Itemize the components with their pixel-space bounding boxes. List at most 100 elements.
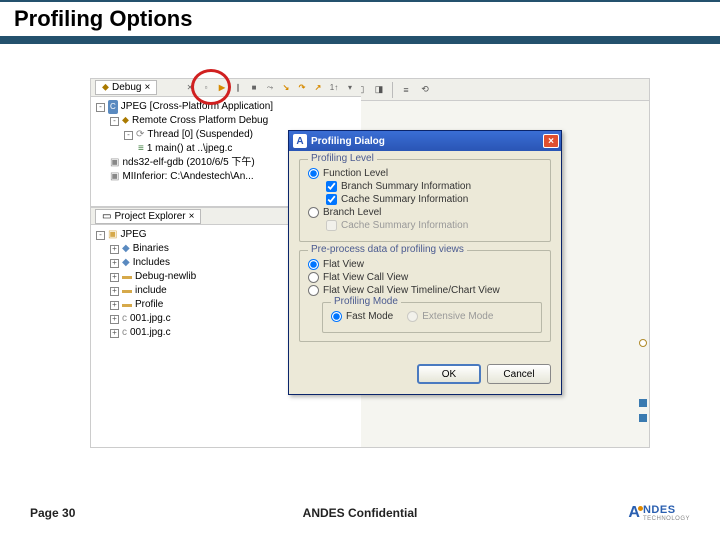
- preprocess-group: Pre-process data of profiling views Flat…: [299, 250, 551, 342]
- tree-label: Includes: [133, 256, 170, 270]
- checkbox-label: Cache Summary Information: [341, 194, 468, 205]
- radio-input[interactable]: [331, 311, 342, 322]
- radio-input[interactable]: [308, 207, 319, 218]
- check-branch-summary[interactable]: Branch Summary Information: [308, 181, 542, 192]
- tree-label: Thread [0] (Suspended): [147, 128, 253, 142]
- tree-label: 001.jpg.c: [130, 312, 171, 326]
- disconnect-icon[interactable]: ⤳: [263, 81, 277, 95]
- tab-project-explorer[interactable]: ▭Project Explorer ×: [95, 209, 201, 224]
- project-tab-label: Project Explorer: [114, 211, 185, 222]
- expand-icon[interactable]: +: [110, 329, 119, 338]
- radio-branch-level[interactable]: Branch Level: [308, 207, 542, 218]
- profiling-mode-group: Profiling Mode Fast Mode Extensive Mode: [322, 302, 542, 333]
- cfile-icon: c: [122, 312, 127, 326]
- expand-icon[interactable]: -: [124, 131, 133, 140]
- tool4-icon[interactable]: ≡: [398, 82, 414, 98]
- legend: Profiling Mode: [331, 296, 401, 307]
- expand-icon[interactable]: -: [110, 117, 119, 126]
- tree-label: 001.jpg.c: [130, 326, 171, 340]
- stackframe-icon: ≡: [138, 142, 144, 156]
- expand-icon[interactable]: +: [110, 315, 119, 324]
- tab-debug[interactable]: ⬥Debug×: [95, 80, 157, 95]
- close-icon[interactable]: ×: [144, 82, 150, 93]
- tree-label: Profile: [135, 298, 163, 312]
- tree-label: nds32-elf-gdb (2010/6/5 下午): [122, 156, 254, 170]
- includes-icon: ◆: [122, 256, 130, 270]
- check-cache-summary[interactable]: Cache Summary Information: [308, 194, 542, 205]
- profiling-dialog: A Profiling Dialog × Profiling Level Fun…: [288, 130, 562, 395]
- overview-marker[interactable]: [639, 399, 647, 407]
- bug-icon: ⬥: [102, 82, 109, 93]
- radio-input[interactable]: [308, 285, 319, 296]
- terminate-icon[interactable]: ■: [247, 81, 261, 95]
- radio-flat-call[interactable]: Flat View Call View: [308, 272, 542, 283]
- cfile-icon: c: [122, 326, 127, 340]
- debug-view-tabbar: ⬥Debug× ✕ ▫ ▶ ∥ ■ ⤳ ↘ ↷ ↗ 1↑ ▾: [91, 79, 361, 97]
- radio-extensive-mode: Extensive Mode: [407, 311, 493, 322]
- logo-a-icon: A: [628, 504, 640, 522]
- radio-function-level[interactable]: Function Level: [308, 168, 542, 179]
- radio-fast-mode[interactable]: Fast Mode: [331, 311, 393, 322]
- thread-icon: ⟳: [136, 128, 144, 142]
- legend: Pre-process data of profiling views: [308, 244, 467, 255]
- checkbox-input[interactable]: [326, 194, 337, 205]
- step-return-icon[interactable]: ↗: [311, 81, 325, 95]
- expand-icon[interactable]: +: [110, 259, 119, 268]
- checkbox-label: Cache Summary Information: [341, 220, 468, 231]
- checkbox-input[interactable]: [326, 181, 337, 192]
- expand-icon[interactable]: -: [96, 231, 105, 240]
- radio-flat-view[interactable]: Flat View: [308, 259, 542, 270]
- tree-row[interactable]: -CJPEG [Cross-Platform Application]: [96, 100, 356, 114]
- collapse-icon[interactable]: ▫: [199, 81, 213, 95]
- logo-text: NDES TECHNOLOGY: [643, 505, 690, 522]
- app-icon: C: [108, 100, 118, 114]
- tree-label: MIInferior: C:\Andestech\An...: [122, 170, 253, 184]
- check-cache-summary-2: Cache Summary Information: [308, 220, 542, 231]
- logo-sub: TECHNOLOGY: [643, 516, 690, 522]
- dialog-title: Profiling Dialog: [311, 136, 385, 147]
- dialog-buttons: OK Cancel: [289, 358, 561, 394]
- process-icon: ▣: [110, 170, 119, 184]
- tool3-icon[interactable]: ◨: [371, 82, 387, 98]
- slide-header: Profiling Options: [0, 0, 720, 44]
- expand-icon[interactable]: +: [110, 273, 119, 282]
- tool5-icon[interactable]: ⟲: [417, 82, 433, 98]
- expand-icon[interactable]: +: [110, 301, 119, 310]
- close-button[interactable]: ×: [543, 134, 559, 148]
- step-into-icon[interactable]: ↘: [279, 81, 293, 95]
- confidential-label: ANDES Confidential: [303, 506, 418, 520]
- tree-label: Remote Cross Platform Debug: [132, 114, 268, 128]
- debug-mini-toolbar: ✕ ▫ ▶ ∥ ■ ⤳ ↘ ↷ ↗ 1↑ ▾: [183, 81, 357, 95]
- radio-flat-call-timeline[interactable]: Flat View Call View Timeline/Chart View: [308, 285, 542, 296]
- overview-marker[interactable]: [639, 339, 647, 347]
- app-icon: A: [293, 134, 307, 148]
- folder-icon: ▭: [102, 211, 111, 222]
- tree-row[interactable]: -⬥Remote Cross Platform Debug: [96, 114, 356, 128]
- radio-input[interactable]: [308, 272, 319, 283]
- suspend-icon[interactable]: ∥: [231, 81, 245, 95]
- remove-icon[interactable]: ✕: [183, 81, 197, 95]
- expand-icon[interactable]: +: [110, 287, 119, 296]
- andes-logo: A NDES TECHNOLOGY: [628, 504, 690, 522]
- close-icon[interactable]: ×: [189, 211, 195, 222]
- radio-input[interactable]: [308, 168, 319, 179]
- radio-label: Flat View Call View: [323, 272, 408, 283]
- radio-label: Function Level: [323, 168, 388, 179]
- dialog-titlebar[interactable]: A Profiling Dialog ×: [289, 131, 561, 151]
- resume-icon[interactable]: ▶: [215, 81, 229, 95]
- expand-icon[interactable]: +: [110, 245, 119, 254]
- step-over-icon[interactable]: ↷: [295, 81, 309, 95]
- radio-input[interactable]: [308, 259, 319, 270]
- menu-icon[interactable]: ▾: [343, 81, 357, 95]
- radio-label: Branch Level: [323, 207, 381, 218]
- drop-frame-icon[interactable]: 1↑: [327, 81, 341, 95]
- expand-icon[interactable]: -: [96, 103, 105, 112]
- overview-marker[interactable]: [639, 414, 647, 422]
- checkbox-label: Branch Summary Information: [341, 181, 471, 192]
- ok-button[interactable]: OK: [417, 364, 481, 384]
- radio-label: Extensive Mode: [422, 311, 493, 322]
- cancel-button[interactable]: Cancel: [487, 364, 551, 384]
- profiling-level-group: Profiling Level Function Level Branch Su…: [299, 159, 551, 242]
- folder-icon: ▬: [122, 270, 132, 284]
- tree-label: Binaries: [133, 242, 169, 256]
